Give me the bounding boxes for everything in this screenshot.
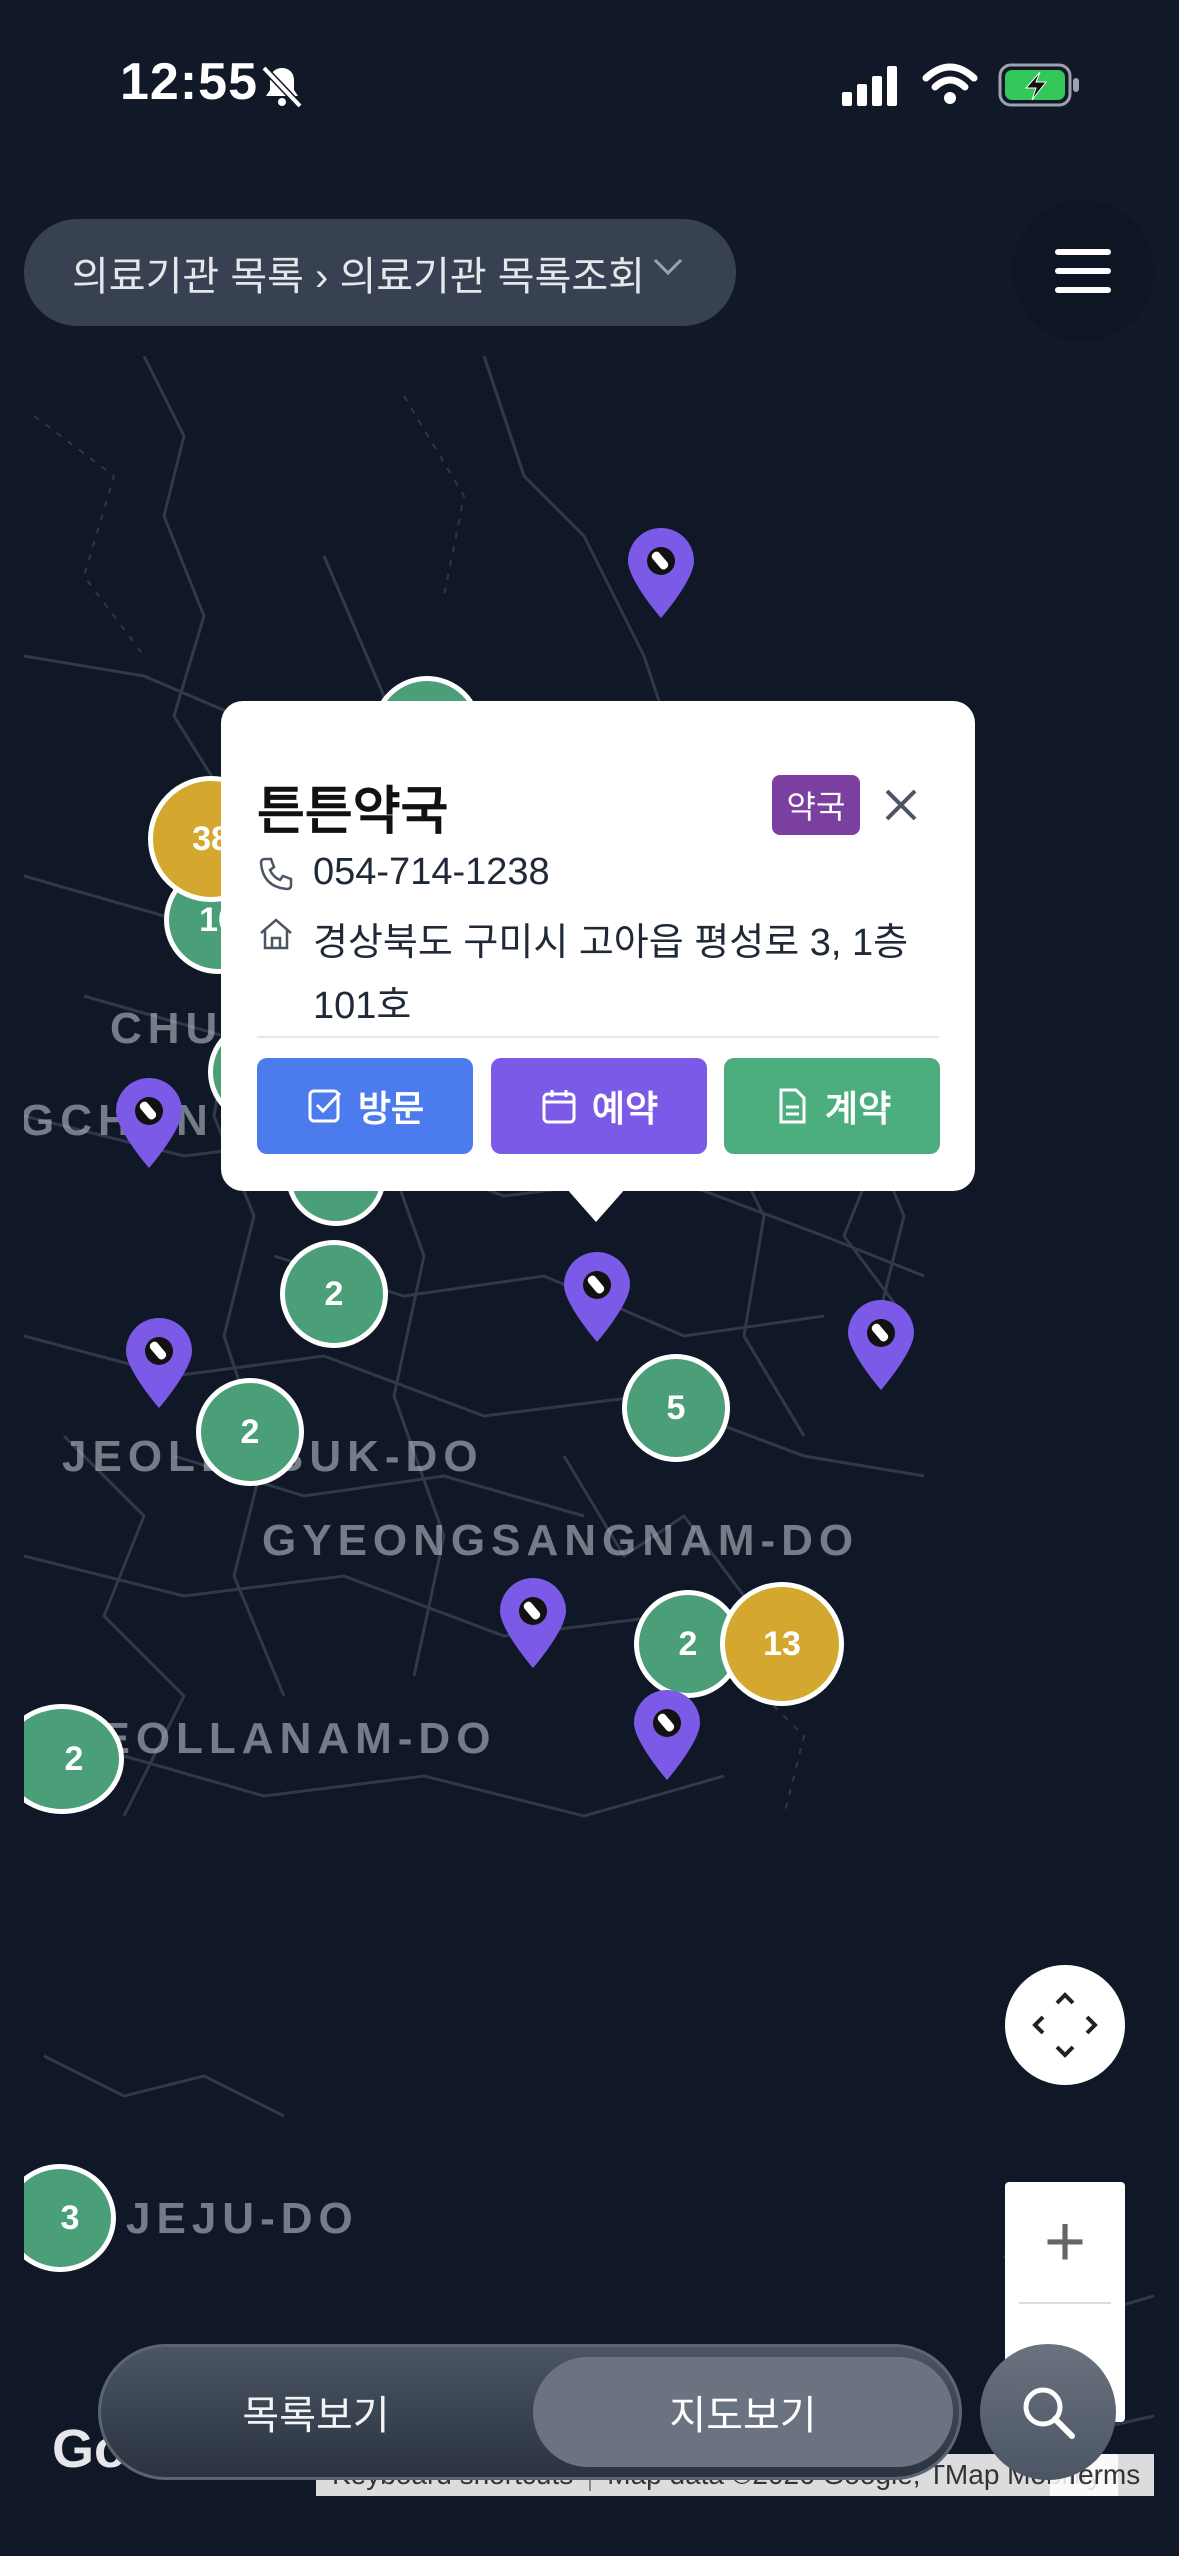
document-icon <box>779 1088 806 1124</box>
cluster-count: 2 <box>240 1412 260 1451</box>
phone-icon <box>259 857 293 891</box>
list-view-tab[interactable]: 목록보기 <box>101 2347 531 2477</box>
reserve-button[interactable]: 예약 <box>491 1058 707 1154</box>
cluster-marker[interactable]: 5 <box>622 1354 730 1462</box>
pharmacy-info-popup: 튼튼약국 약국 054-714-1238 경상북도 구미시 고아읍 평성로 3,… <box>221 701 975 1191</box>
cluster-count: 5 <box>666 1388 686 1427</box>
cluster-marker[interactable]: 13 <box>720 1582 844 1706</box>
zoom-divider <box>1019 2302 1111 2304</box>
contract-label: 계약 <box>824 1088 892 1129</box>
view-toggle: 목록보기 지도보기 <box>98 2344 962 2480</box>
close-icon[interactable] <box>881 785 921 825</box>
hamburger-icon <box>1055 249 1111 293</box>
cluster-count: 13 <box>763 1624 801 1663</box>
zoom-in-button[interactable]: + <box>1005 2182 1125 2302</box>
pharmacy-pin-icon[interactable] <box>114 1078 184 1170</box>
cluster-count: 2 <box>678 1624 698 1663</box>
region-label-jeollanam: JEOLLANAM-DO <box>70 1714 497 1763</box>
divider <box>257 1036 939 1038</box>
pharmacy-pin-icon[interactable] <box>632 1690 702 1782</box>
bell-muted-icon <box>261 65 303 109</box>
menu-button[interactable] <box>1012 200 1154 342</box>
map-view[interactable]: CHU GCHON JEOLLABUK-DO GYEONGSANGNAM-DO … <box>24 356 1154 2496</box>
home-icon <box>260 918 292 950</box>
pharmacy-name: 튼튼약국 <box>257 783 449 841</box>
wifi-icon <box>922 63 978 104</box>
battery-charging-icon <box>998 63 1079 107</box>
visit-button[interactable]: 방문 <box>257 1058 473 1154</box>
phone-number: 054-714-1238 <box>313 851 550 893</box>
check-square-icon <box>308 1089 341 1123</box>
map-view-tab[interactable]: 지도보기 <box>533 2357 953 2467</box>
status-time: 12:55 <box>120 53 258 111</box>
visit-label: 방문 <box>357 1088 425 1129</box>
calendar-icon <box>542 1090 576 1124</box>
reserve-label: 예약 <box>591 1088 659 1129</box>
popup-tail <box>566 1188 626 1222</box>
category-badge: 약국 <box>772 775 860 835</box>
status-bar: 12:55 <box>0 0 1179 170</box>
expand-arrows-icon <box>1032 1992 1098 2058</box>
contract-button[interactable]: 계약 <box>724 1058 940 1154</box>
pharmacy-pin-icon[interactable] <box>562 1252 632 1344</box>
region-label-gyeongsangnam: GYEONGSANGNAM-DO <box>262 1516 860 1565</box>
pharmacy-pin-icon[interactable] <box>846 1300 916 1392</box>
breadcrumb-dropdown[interactable]: 의료기관 목록 › 의료기관 목록조회 <box>24 219 736 326</box>
cluster-marker[interactable]: 2 <box>196 1378 304 1486</box>
fit-bounds-button[interactable] <box>1005 1965 1125 2085</box>
chevron-down-icon <box>653 258 683 276</box>
breadcrumb-text: 의료기관 목록 › 의료기관 목록조회 <box>72 254 645 299</box>
search-button[interactable] <box>980 2344 1116 2480</box>
cluster-marker[interactable]: 2 <box>280 1240 388 1348</box>
pharmacy-pin-icon[interactable] <box>626 528 696 620</box>
search-icon <box>1023 2387 1075 2439</box>
pharmacy-pin-icon[interactable] <box>498 1578 568 1670</box>
cluster-count: 2 <box>64 1739 84 1778</box>
cluster-count: 3 <box>60 2198 80 2237</box>
address-line2: 101호 <box>313 985 412 1027</box>
region-label-chu: CHU <box>110 1004 224 1053</box>
address-line1: 경상북도 구미시 고아읍 평성로 3, 1층 <box>313 922 909 964</box>
pharmacy-pin-icon[interactable] <box>124 1318 194 1410</box>
road-network <box>24 356 1154 2438</box>
region-label-jeju: JEJU-DO <box>126 2194 359 2243</box>
phone-row[interactable]: 054-714-1238 <box>257 851 550 894</box>
address-row: 경상북도 구미시 고아읍 평성로 3, 1층 101호 <box>257 911 908 1029</box>
signal-icon <box>842 66 897 106</box>
cluster-count: 2 <box>324 1274 344 1313</box>
